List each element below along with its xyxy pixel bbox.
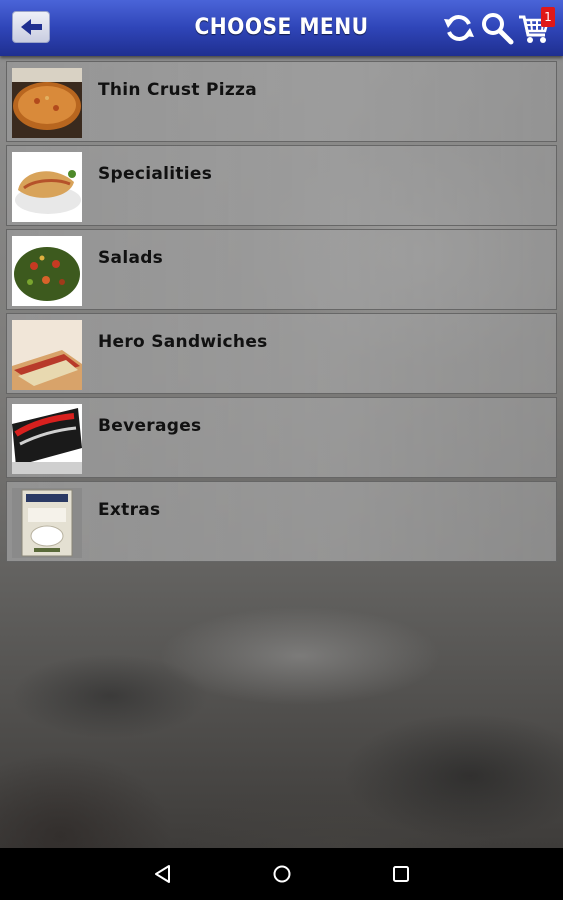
soda-can-thumbnail bbox=[12, 404, 82, 474]
menu-item-label: Extras bbox=[98, 500, 161, 520]
refresh-button[interactable] bbox=[442, 11, 476, 45]
menu-item-hero-sandwiches[interactable]: Hero Sandwiches bbox=[6, 313, 557, 394]
menu-list: Thin Crust Pizza Specialities Salads Her… bbox=[6, 61, 558, 565]
menu-item-label: Specialities bbox=[98, 164, 213, 184]
dressing-packet-thumbnail bbox=[12, 488, 82, 558]
page-title: CHOOSE MENU bbox=[194, 15, 369, 40]
salad-thumbnail bbox=[12, 236, 82, 306]
menu-item-beverages[interactable]: Beverages bbox=[6, 397, 557, 478]
menu-item-extras[interactable]: Extras bbox=[6, 481, 557, 562]
sandwich-thumbnail bbox=[12, 320, 82, 390]
refresh-icon bbox=[444, 15, 474, 41]
nav-home-icon bbox=[273, 865, 291, 883]
menu-item-label: Thin Crust Pizza bbox=[98, 80, 258, 100]
nav-recents-icon bbox=[393, 866, 409, 882]
menu-item-label: Hero Sandwiches bbox=[98, 332, 268, 352]
nav-back-button[interactable] bbox=[151, 862, 175, 886]
back-button[interactable] bbox=[12, 11, 50, 43]
nav-back-icon bbox=[155, 865, 170, 883]
arrow-left-icon bbox=[21, 19, 42, 35]
menu-item-label: Beverages bbox=[98, 416, 202, 436]
system-nav-bar bbox=[0, 848, 563, 900]
app-screen: CHOOSE MENU 1 Thin Crust Pizza Specialit… bbox=[0, 0, 563, 900]
nav-recents-button[interactable] bbox=[389, 862, 413, 886]
menu-item-specialities[interactable]: Specialities bbox=[6, 145, 557, 226]
cart-count-badge: 1 bbox=[541, 7, 555, 27]
menu-item-label: Salads bbox=[98, 248, 164, 268]
pizza-thumbnail bbox=[12, 68, 82, 138]
search-icon bbox=[482, 13, 514, 45]
header-bar: CHOOSE MENU 1 bbox=[0, 0, 563, 56]
calzone-thumbnail bbox=[12, 152, 82, 222]
nav-home-button[interactable] bbox=[270, 862, 294, 886]
search-button[interactable] bbox=[480, 11, 514, 45]
menu-item-salads[interactable]: Salads bbox=[6, 229, 557, 310]
menu-item-thin-crust-pizza[interactable]: Thin Crust Pizza bbox=[6, 61, 557, 142]
